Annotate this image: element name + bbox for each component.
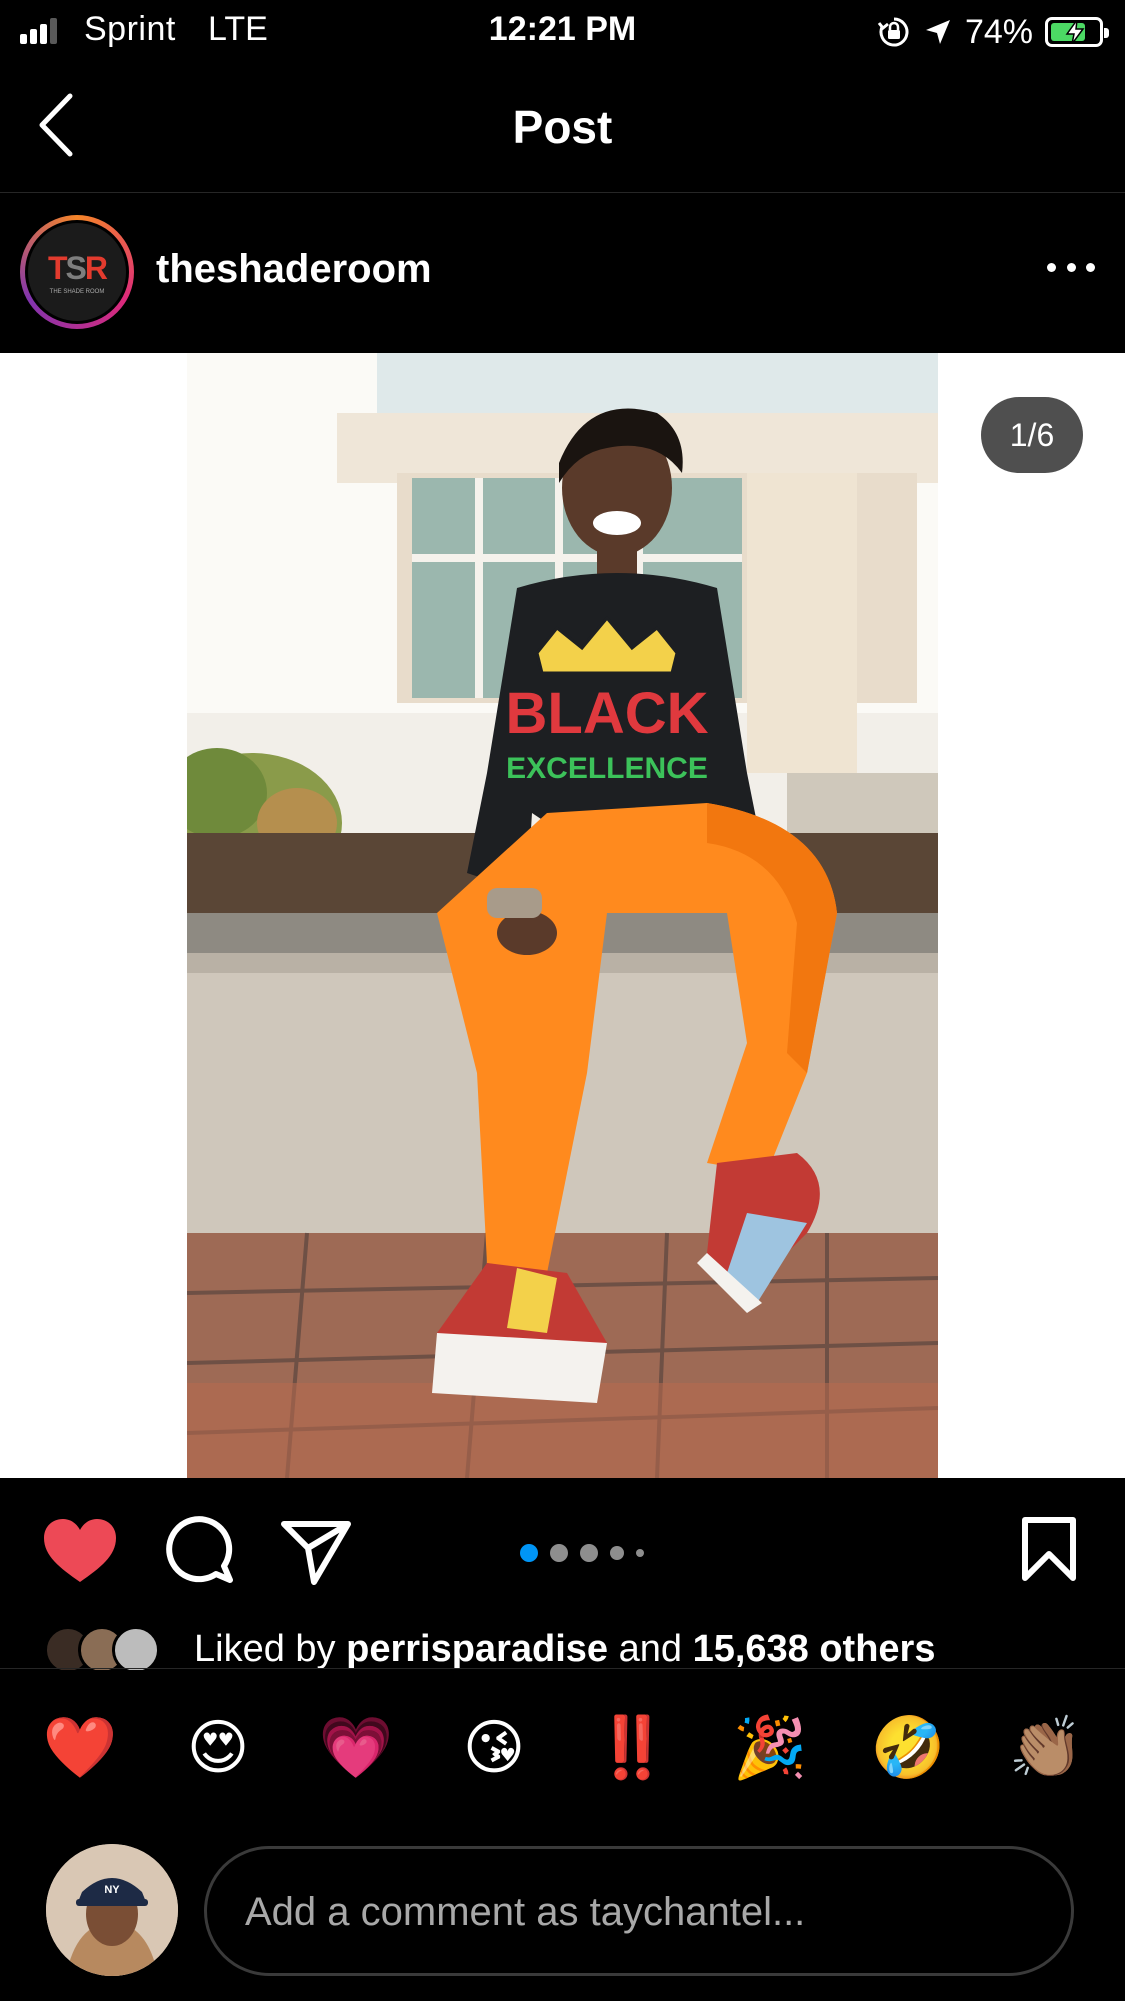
send-icon <box>281 1521 351 1585</box>
location-icon <box>925 20 950 44</box>
reaction-party-popper-button[interactable]: 🎉 <box>730 1708 810 1788</box>
status-right: 74% <box>877 10 1109 54</box>
cap-logo: NY <box>104 1884 120 1896</box>
author-username[interactable]: theshaderoom <box>156 247 432 292</box>
reaction-clapping-hands-button[interactable]: 👏🏽 <box>1006 1708 1086 1788</box>
post-media[interactable]: BLACK EXCELLENCE 1/6 <box>0 353 1125 1478</box>
battery-charging-icon <box>1045 17 1109 47</box>
comment-input[interactable] <box>243 1849 1037 1975</box>
more-horizontal-icon <box>1047 263 1056 272</box>
likes-prefix: Liked by <box>194 1628 336 1670</box>
liker-username[interactable]: perrisparadise <box>346 1628 608 1670</box>
liker-avatar <box>112 1626 160 1670</box>
liker-avatars <box>44 1626 184 1670</box>
likes-connector: and <box>618 1628 682 1670</box>
reaction-growing-heart-button[interactable]: 💗 <box>316 1708 396 1788</box>
post-actions <box>0 1478 1125 1618</box>
shirt-text-excellence: EXCELLENCE <box>506 752 708 785</box>
comment-button[interactable] <box>164 1514 234 1584</box>
battery-percent: 74% <box>964 12 1033 51</box>
carousel-indicator <box>520 1544 644 1562</box>
quick-reactions: ❤️ 😍 💗 😘 ‼️ 🎉 🤣 👏🏽 <box>0 1708 1125 1798</box>
photo-scene: BLACK EXCELLENCE <box>187 353 938 1478</box>
carousel-dot <box>580 1544 598 1562</box>
reaction-red-heart-button[interactable]: ❤️ <box>40 1708 120 1788</box>
carousel-dot <box>550 1544 568 1562</box>
carousel-dot-active <box>520 1544 538 1562</box>
status-bar: Sprint LTE 12:21 PM 74% <box>0 0 1125 64</box>
tsr-logo: TSR THE SHADE ROOM <box>28 223 126 321</box>
post-photo: BLACK EXCELLENCE <box>187 353 938 1478</box>
reaction-heart-eyes-button[interactable]: 😍 <box>178 1708 258 1788</box>
page-title: Post <box>512 101 613 153</box>
reaction-rofl-button[interactable]: 🤣 <box>868 1708 948 1788</box>
post-header: TSR THE SHADE ROOM theshaderoom <box>0 193 1125 353</box>
nav-bar: Post <box>0 64 1125 193</box>
orientation-lock-icon <box>877 17 909 47</box>
divider <box>0 1668 1125 1669</box>
reaction-double-exclamation-button[interactable]: ‼️ <box>592 1708 672 1788</box>
bookmark-icon <box>1022 1517 1076 1581</box>
carousel-counter: 1/6 <box>981 397 1083 473</box>
comment-composer: NY <box>0 1830 1125 2001</box>
shirt-text-black: BLACK <box>506 681 709 746</box>
likes-text: Liked by perrisparadise and 15,638 other… <box>194 1628 935 1670</box>
likes-count[interactable]: 15,638 others <box>693 1628 936 1670</box>
author-avatar[interactable]: TSR THE SHADE ROOM <box>20 215 134 329</box>
like-button[interactable] <box>40 1516 120 1586</box>
save-button[interactable] <box>1021 1516 1077 1582</box>
heart-filled-icon <box>44 1519 116 1582</box>
comment-icon <box>166 1516 233 1583</box>
carousel-dot <box>636 1549 644 1557</box>
reaction-kiss-button[interactable]: 😘 <box>454 1708 534 1788</box>
current-user-avatar: NY <box>46 1844 178 1976</box>
likes-summary[interactable]: Liked by perrisparadise and 15,638 other… <box>44 1620 1125 1670</box>
carousel-dot <box>610 1546 624 1560</box>
share-button[interactable] <box>280 1516 352 1586</box>
comment-box[interactable] <box>204 1846 1074 1976</box>
more-options-button[interactable] <box>1047 263 1095 277</box>
